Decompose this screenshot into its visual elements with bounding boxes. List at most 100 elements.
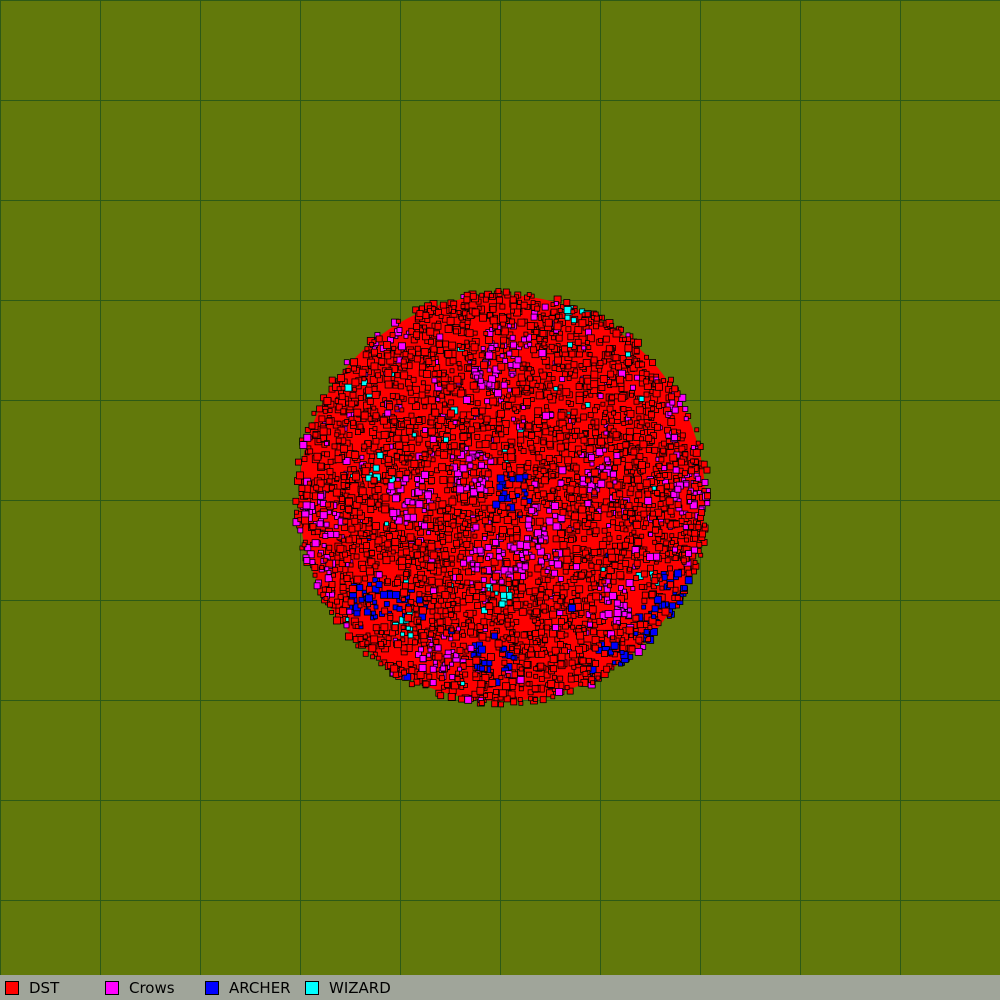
legend-label-dst: DST (29, 978, 60, 997)
dst-unit (430, 403, 437, 410)
dst-unit (428, 470, 434, 476)
dst-unit (668, 376, 674, 383)
dst-unit (525, 460, 532, 467)
dst-unit (407, 455, 413, 461)
dst-unit (593, 323, 599, 330)
dst-unit (647, 625, 653, 630)
dst-unit (413, 605, 420, 612)
dst-unit (500, 327, 509, 336)
dst-unit (353, 553, 360, 560)
dst-unit (328, 581, 336, 588)
dst-unit (457, 553, 464, 560)
dst-unit (348, 585, 357, 593)
dst-unit (649, 359, 656, 366)
dst-unit (393, 380, 399, 386)
dst-unit (586, 571, 593, 578)
dst-unit (378, 357, 386, 365)
dst-unit (501, 659, 508, 666)
dst-unit (661, 607, 670, 616)
crows-unit (704, 500, 711, 507)
crows-unit (343, 622, 350, 629)
dst-unit (313, 452, 322, 461)
dst-unit (520, 448, 527, 455)
dst-unit (461, 632, 466, 638)
dst-unit (493, 436, 501, 444)
crows-unit (510, 416, 516, 422)
dst-unit (327, 601, 333, 608)
dst-unit (526, 671, 532, 678)
dst-unit (351, 378, 360, 387)
dst-unit (609, 502, 614, 508)
dst-unit (690, 458, 695, 464)
dst-unit (645, 447, 652, 453)
dst-unit (443, 561, 450, 567)
dst-unit (368, 644, 377, 653)
archer-swatch-icon (205, 980, 219, 995)
crows-unit (477, 377, 484, 384)
crows-unit (455, 626, 461, 632)
dst-unit (405, 555, 411, 560)
dst-unit (686, 489, 692, 495)
unit-swarm (292, 288, 711, 708)
dst-unit (437, 625, 445, 633)
battle-map[interactable] (0, 0, 1000, 975)
dst-unit (495, 288, 502, 295)
dst-unit (295, 471, 304, 480)
dst-unit (505, 581, 512, 587)
crows-unit (449, 661, 455, 667)
dst-unit (464, 339, 470, 345)
dst-unit (427, 396, 436, 405)
dst-unit (620, 637, 626, 643)
dst-unit (478, 632, 487, 641)
dst-unit (438, 500, 447, 509)
dst-unit (480, 504, 487, 511)
wizard-unit (400, 631, 405, 637)
dst-unit (431, 306, 437, 312)
dst-unit (617, 393, 626, 402)
dst-unit (514, 648, 520, 655)
dst-unit (597, 360, 604, 366)
crows-unit (427, 647, 433, 653)
dst-unit (407, 583, 415, 591)
crows-unit (523, 541, 531, 550)
dst-unit (579, 657, 587, 665)
dst-unit (520, 301, 528, 309)
crows-unit (495, 548, 502, 554)
dst-unit (306, 480, 312, 486)
dst-unit (485, 590, 492, 597)
dst-unit (511, 349, 520, 358)
dst-unit (400, 597, 406, 602)
dst-unit (570, 361, 578, 369)
dst-unit (418, 483, 426, 491)
dst-unit (422, 455, 428, 461)
dst-unit (505, 505, 511, 511)
dst-unit (626, 434, 633, 442)
dst-unit (422, 680, 430, 688)
crows-swatch-icon (105, 980, 119, 995)
dst-unit (526, 292, 532, 297)
archer-unit (481, 660, 488, 666)
crows-unit (671, 433, 678, 441)
dst-unit (486, 609, 493, 615)
legend-label-wizard: WIZARD (329, 978, 391, 997)
dst-unit (478, 492, 485, 498)
dst-unit (459, 321, 466, 328)
crows-unit (682, 406, 689, 412)
dst-unit (472, 656, 481, 665)
crows-unit (597, 479, 606, 488)
dst-unit (469, 481, 474, 487)
crows-unit (426, 530, 431, 536)
dst-unit (433, 639, 440, 645)
dst-unit (442, 608, 449, 615)
dst-unit (566, 422, 573, 430)
dst-unit (599, 375, 608, 383)
dst-unit (372, 522, 380, 530)
wizard-unit (384, 521, 390, 527)
crows-unit (389, 509, 398, 517)
dst-unit (509, 296, 517, 304)
dst-unit (523, 661, 531, 668)
dst-unit (429, 551, 438, 560)
dst-unit (374, 486, 382, 494)
crows-unit (554, 560, 562, 569)
dst-unit (614, 502, 620, 508)
